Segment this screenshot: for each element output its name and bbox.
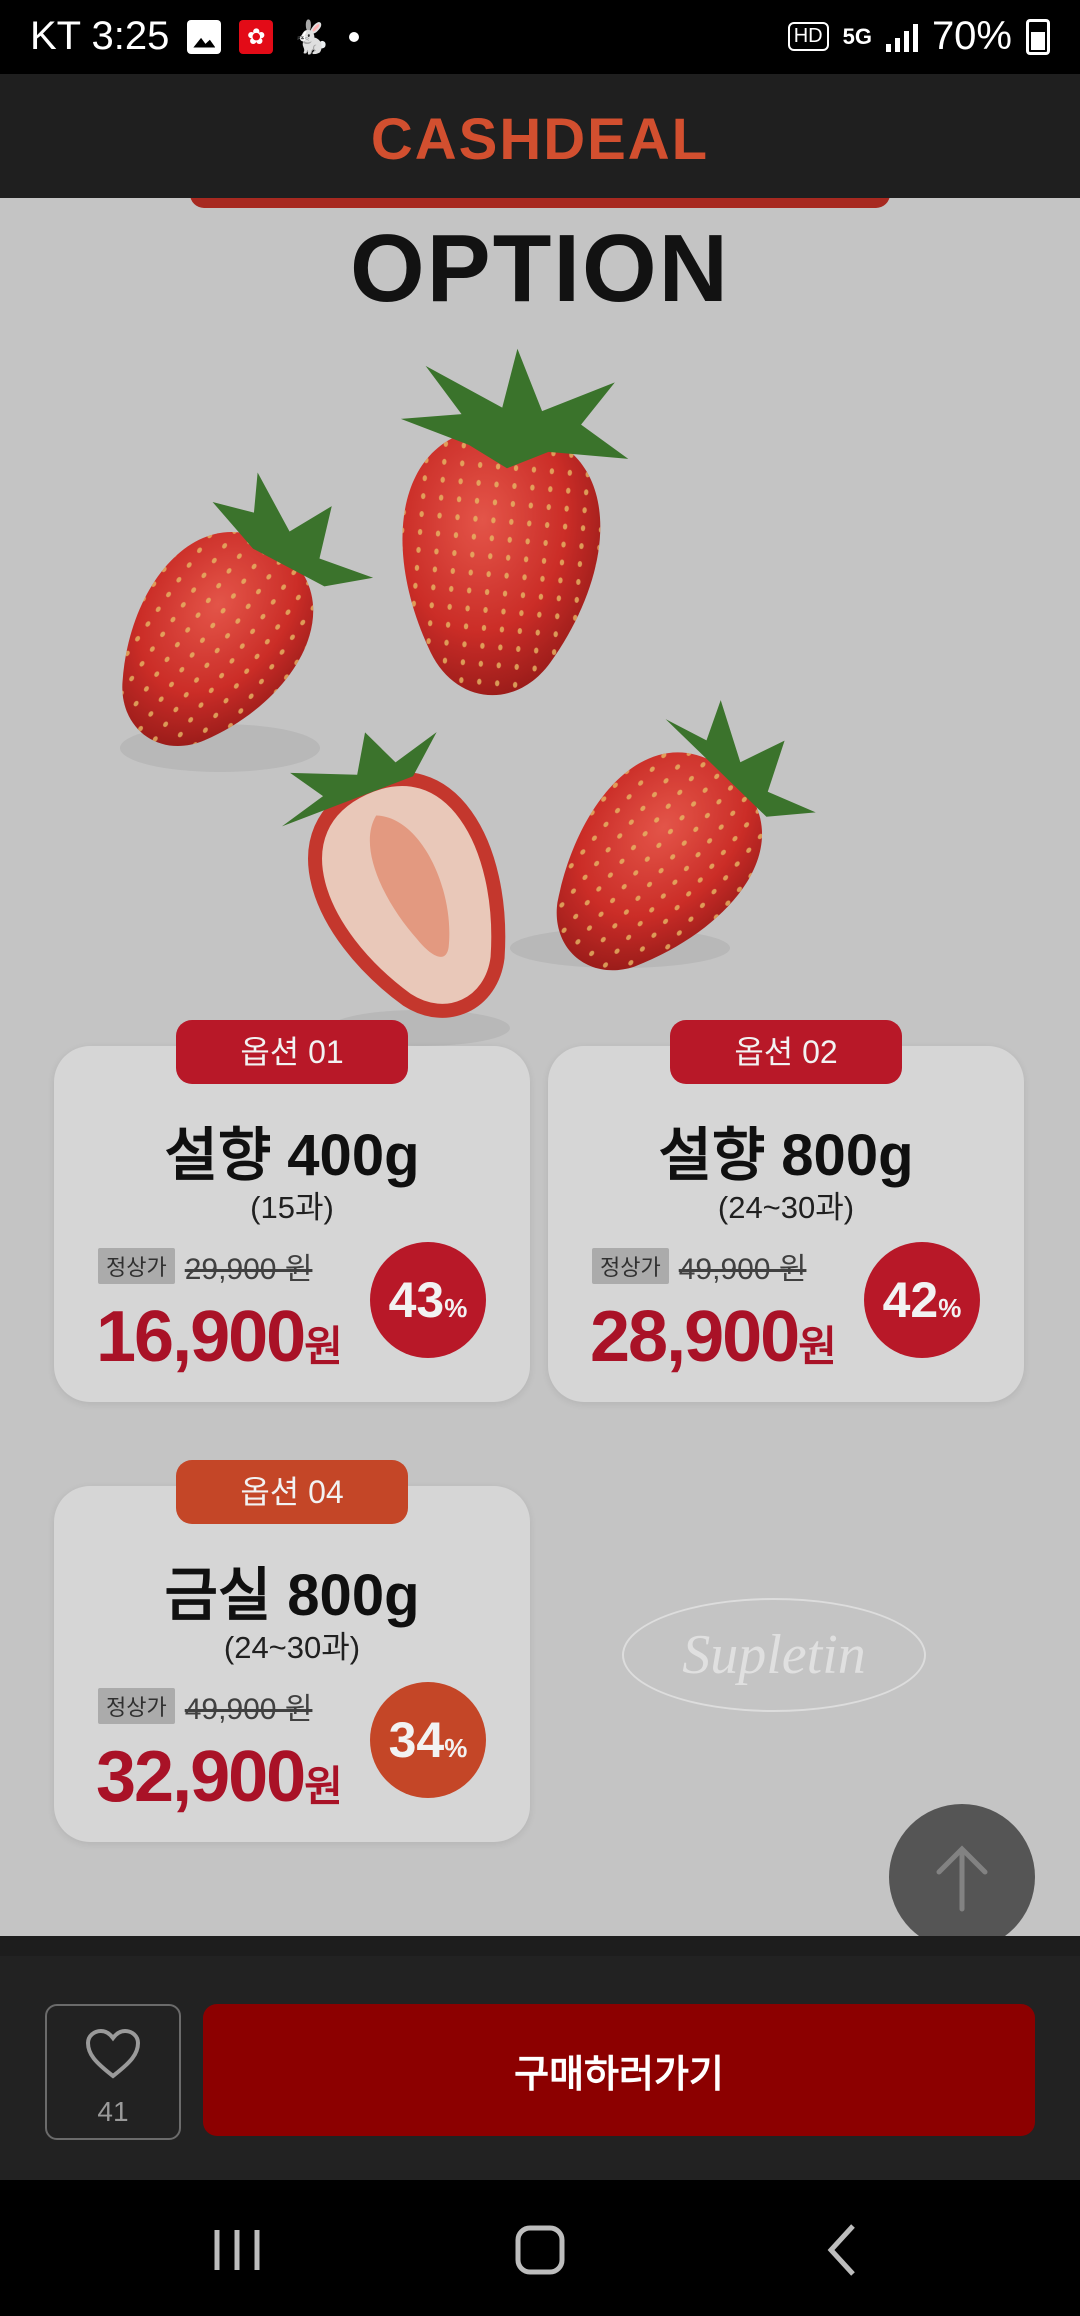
- buy-button[interactable]: 구매하러가기: [203, 2004, 1035, 2136]
- bottom-action-bar: 41 구매하러가기: [0, 1956, 1080, 2180]
- cashdeal-logo[interactable]: CASHDEAL: [0, 106, 1080, 173]
- back-icon[interactable]: [803, 2220, 883, 2280]
- heart-icon: [85, 2028, 141, 2079]
- product-detail-content[interactable]: OPTION 옵션 01 설향 400g (15과) 정상가 29,900 원 …: [0, 198, 1080, 1936]
- battery-percent: 70%: [931, 14, 1012, 58]
- wishlist-button[interactable]: 41: [45, 2004, 181, 2140]
- signal-icon: [885, 22, 918, 52]
- bunny-icon: 🐇: [291, 18, 332, 55]
- carrier-time: KT 3:25: [30, 14, 170, 58]
- system-nav-bar: [0, 2180, 1080, 2316]
- home-icon[interactable]: [500, 2220, 580, 2280]
- wishlist-count: 41: [97, 2096, 129, 2127]
- cherry-app-icon: ✿: [239, 19, 274, 54]
- hd-voice-icon: HD: [787, 22, 829, 51]
- gallery-icon: [187, 19, 222, 54]
- status-bar: KT 3:25 ✿ 🐇 HD 5G 70%: [0, 0, 1080, 74]
- app-header: CASHDEAL: [0, 74, 1080, 198]
- 5g-icon: 5G: [842, 23, 872, 49]
- notification-dot-icon: [349, 31, 360, 42]
- content-dim-overlay: [0, 198, 1080, 1936]
- battery-icon: [1026, 18, 1050, 55]
- recent-apps-icon[interactable]: [197, 2220, 277, 2280]
